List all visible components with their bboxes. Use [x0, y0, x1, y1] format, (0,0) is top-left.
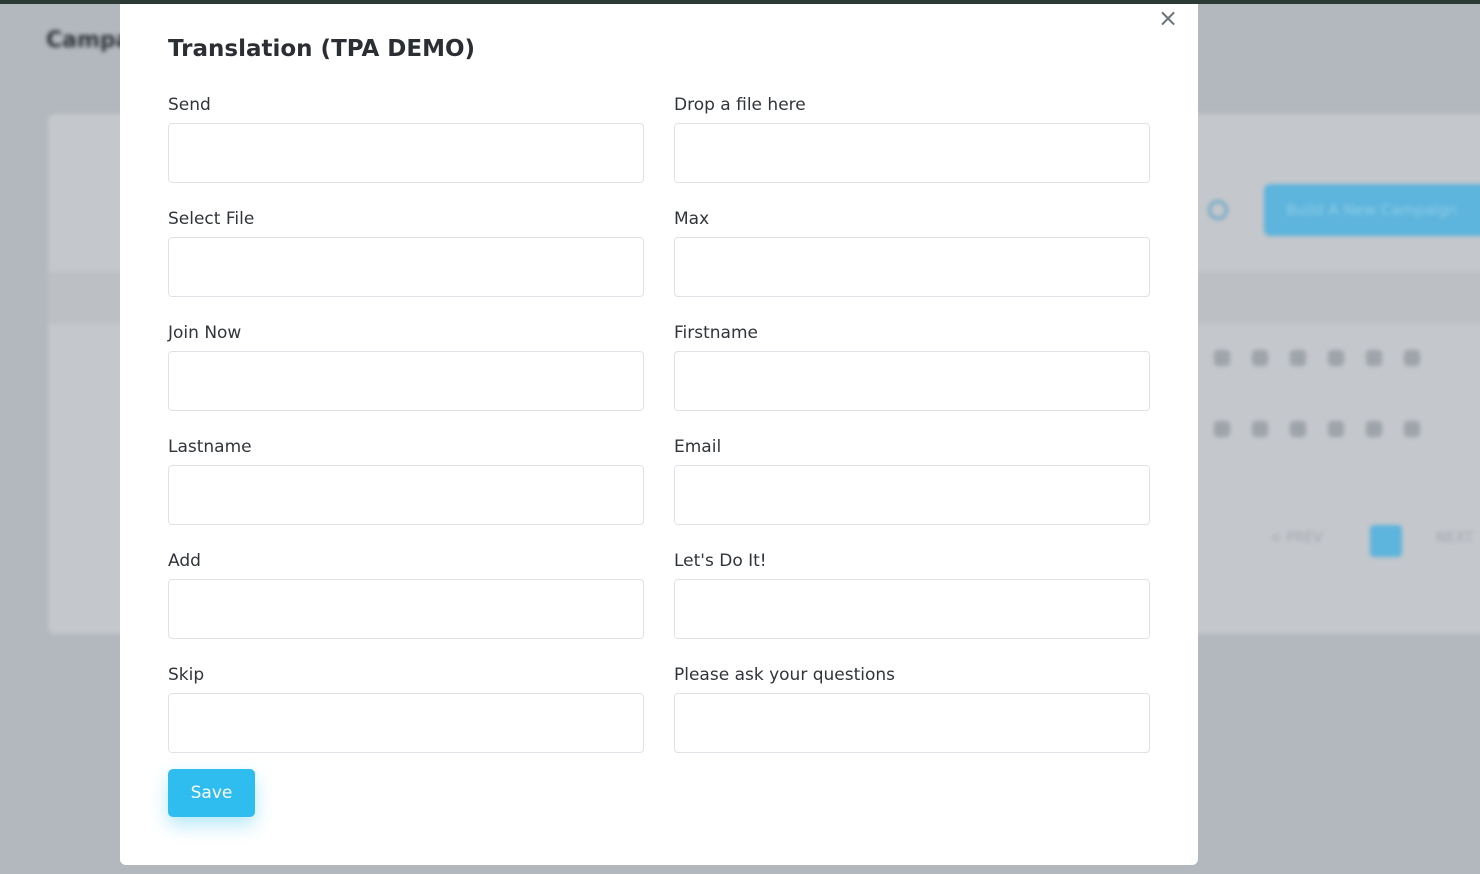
view-icon: [1290, 350, 1306, 366]
field-label: Send: [168, 95, 211, 115]
select-file-input[interactable]: [168, 237, 644, 297]
drop-file-input[interactable]: [674, 123, 1150, 183]
lets-do-it-input[interactable]: [674, 579, 1150, 639]
field-lastname: Lastname: [168, 437, 644, 525]
firstname-input[interactable]: [674, 351, 1150, 411]
modal-title: Translation (TPA DEMO): [168, 36, 476, 62]
link-icon: [1252, 350, 1268, 366]
add-input[interactable]: [168, 579, 644, 639]
field-label: Select File: [168, 209, 255, 229]
field-label: Email: [674, 437, 722, 457]
field-label: Join Now: [168, 323, 242, 343]
email-input[interactable]: [674, 465, 1150, 525]
questions-input[interactable]: [674, 693, 1150, 753]
pagination-current-page: [1370, 525, 1402, 557]
user-icon: [1366, 421, 1382, 437]
field-lets-do-it: Let's Do It!: [674, 551, 1150, 639]
field-drop-file: Drop a file here: [674, 95, 1150, 183]
field-send: Send: [168, 95, 644, 183]
copy-icon: [1214, 421, 1230, 437]
field-label: Skip: [168, 665, 205, 685]
field-add: Add: [168, 551, 644, 639]
send-input[interactable]: [168, 123, 644, 183]
row-actions-icons: [1214, 421, 1420, 437]
row-actions-icons: [1214, 350, 1420, 366]
max-input[interactable]: [674, 237, 1150, 297]
field-label: Firstname: [674, 323, 758, 343]
search-icon: [1208, 200, 1228, 220]
save-button[interactable]: Save: [168, 769, 255, 817]
delete-icon: [1404, 421, 1420, 437]
delete-icon: [1404, 350, 1420, 366]
settings-icon: [1328, 421, 1344, 437]
edit-icon: [1252, 421, 1268, 437]
pagination-prev: < PREV: [1270, 530, 1323, 546]
translation-form: Send Drop a file here Select File Max Jo…: [168, 95, 1150, 753]
background-page-title: Campa: [46, 28, 131, 53]
field-label: Max: [674, 209, 710, 229]
field-label: Add: [168, 551, 201, 571]
field-firstname: Firstname: [674, 323, 1150, 411]
field-label: Let's Do It!: [674, 551, 767, 571]
pagination-next: NEXT: [1436, 530, 1474, 546]
skip-input[interactable]: [168, 693, 644, 753]
field-skip: Skip: [168, 665, 644, 753]
field-select-file: Select File: [168, 209, 644, 297]
field-label: Drop a file here: [674, 95, 806, 115]
translation-modal: × Translation (TPA DEMO) Send Drop a fil…: [120, 4, 1198, 865]
close-icon[interactable]: ×: [1156, 6, 1180, 30]
field-questions: Please ask your questions: [674, 665, 1150, 753]
lastname-input[interactable]: [168, 465, 644, 525]
build-campaign-button: Build A New Campaign: [1264, 184, 1480, 236]
view-icon: [1290, 421, 1306, 437]
copy-icon: [1214, 350, 1230, 366]
field-label: Lastname: [168, 437, 252, 457]
field-label: Please ask your questions: [674, 665, 896, 685]
field-join-now: Join Now: [168, 323, 644, 411]
user-icon: [1366, 350, 1382, 366]
join-now-input[interactable]: [168, 351, 644, 411]
field-email: Email: [674, 437, 1150, 525]
settings-icon: [1328, 350, 1344, 366]
field-max: Max: [674, 209, 1150, 297]
